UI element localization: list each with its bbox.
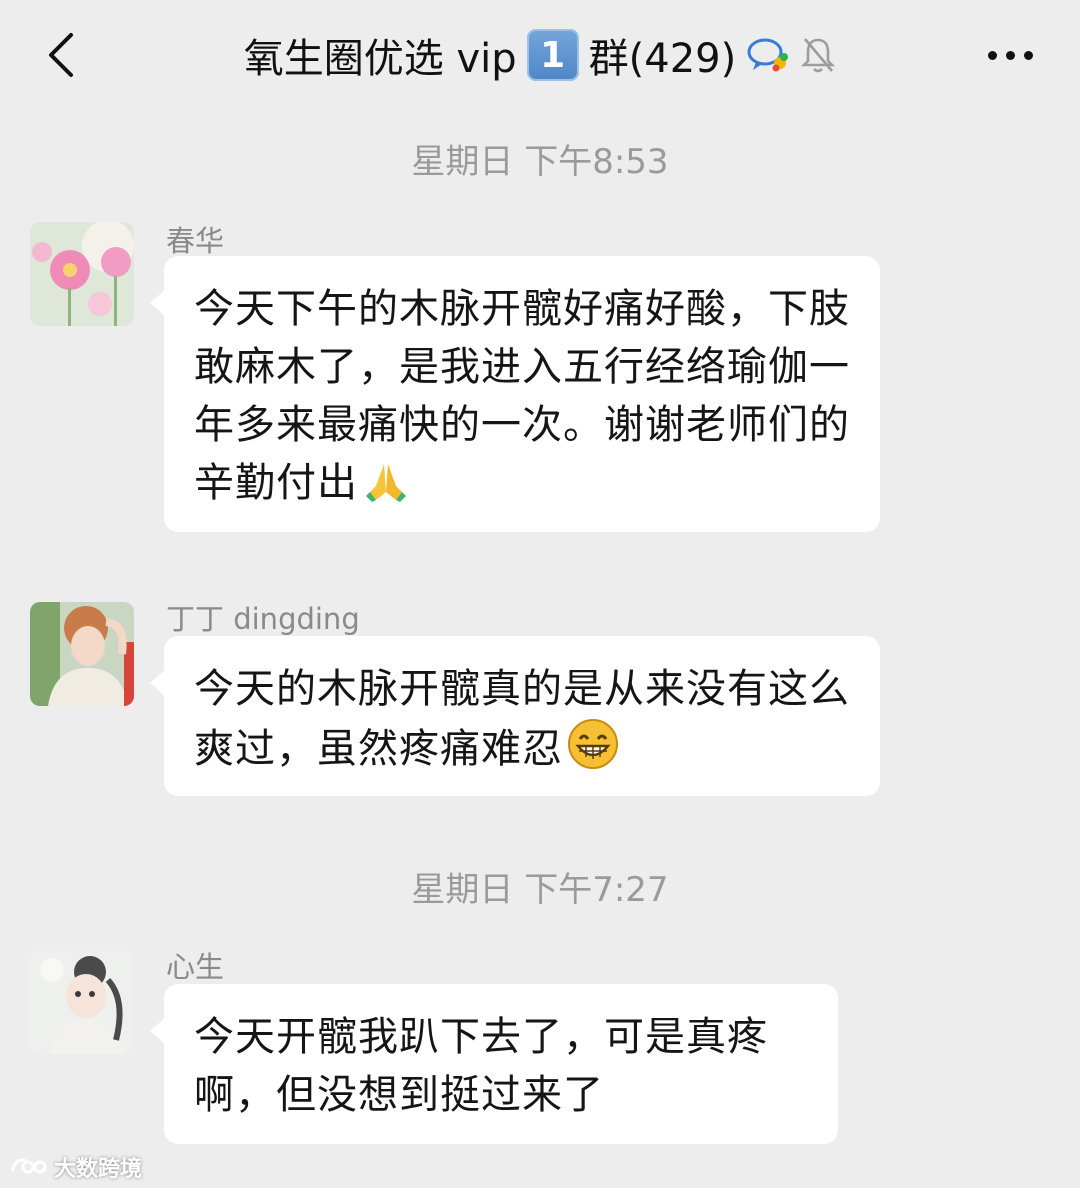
watermark: 大数跨境: [8, 1150, 142, 1184]
back-button[interactable]: [30, 22, 90, 88]
title-prefix: 氧生圈优选 vip: [243, 36, 517, 82]
sender-name: 丁丁 dingding: [166, 602, 360, 636]
timestamp: 星期日 下午8:53: [411, 142, 669, 182]
watermark-logo-icon: [10, 1158, 47, 1174]
avatar[interactable]: [30, 222, 134, 326]
back-icon: [49, 33, 73, 77]
more-icon: [987, 50, 997, 60]
more-button[interactable]: [970, 30, 1050, 80]
grin-emoji-icon: [567, 718, 619, 786]
sender-name: 春华: [166, 224, 225, 258]
chat-title: 氧生圈优选 vip 1 群(429): [244, 26, 836, 84]
timestamp: 星期日 下午7:27: [411, 870, 669, 910]
message-bubble[interactable]: 今天的木脉开髋真的是从来没有这么爽过，虽然疼痛难忍: [150, 636, 880, 796]
message-bubble[interactable]: 今天开髋我趴下去了，可是真疼啊，但没想到挺过来了: [150, 984, 838, 1144]
message-text: 今天的木脉开髋真的是从来没有这么爽过，虽然疼痛难忍: [194, 666, 850, 772]
avatar[interactable]: [30, 950, 134, 1054]
avatar[interactable]: [30, 602, 134, 706]
sender-name: 心生: [166, 950, 225, 984]
mute-bell-icon: [800, 35, 836, 75]
chat-header: 氧生圈优选 vip 1 群(429): [0, 0, 1080, 110]
message-text: 今天下午的木脉开髋好痛好酸，下肢敢麻木了，是我进入五行经络瑜伽一年多来最痛快的一…: [194, 286, 850, 506]
message-text: 今天开髋我趴下去了，可是真疼啊，但没想到挺过来了: [194, 1014, 768, 1118]
title-suffix: 群(429): [588, 36, 737, 82]
number-badge: 1: [526, 29, 579, 81]
group-chat-icon: [746, 35, 790, 75]
pray-emoji-icon: [362, 456, 410, 520]
watermark-text: 大数跨境: [54, 1157, 143, 1182]
message-bubble[interactable]: 今天下午的木脉开髋好痛好酸，下肢敢麻木了，是我进入五行经络瑜伽一年多来最痛快的一…: [150, 256, 880, 532]
